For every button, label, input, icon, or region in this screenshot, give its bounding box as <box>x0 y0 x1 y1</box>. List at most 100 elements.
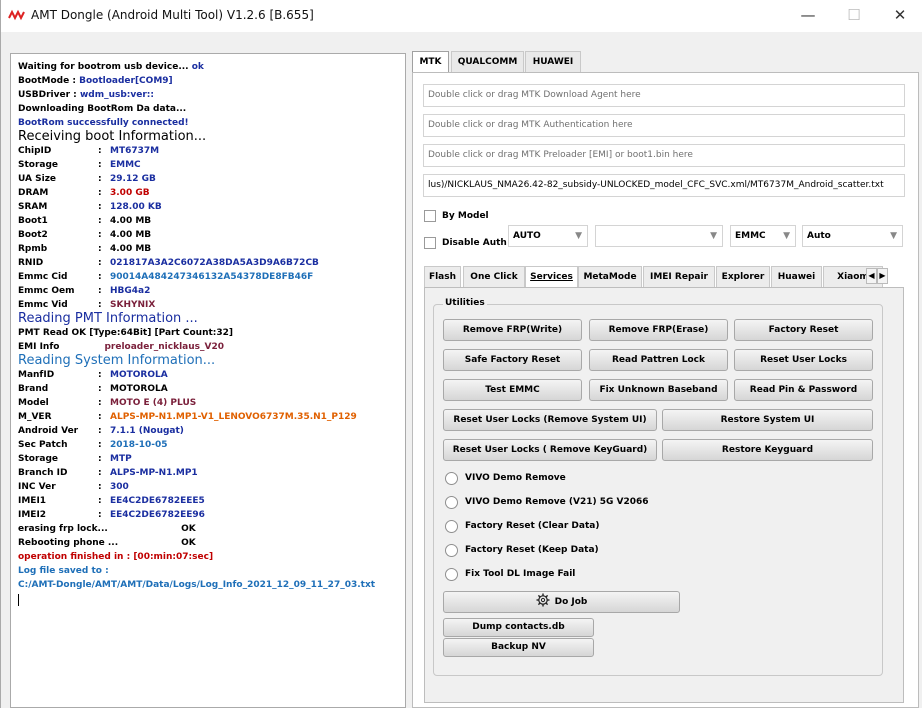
chevron-down-icon: ▼ <box>710 231 717 241</box>
read-pattern-lock-button[interactable]: Read Pattren Lock <box>589 349 728 371</box>
log-key: Emmc Vid <box>18 300 68 310</box>
authentication-field[interactable]: Double click or drag MTK Authentication … <box>423 114 905 137</box>
remove-frp-erase-button[interactable]: Remove FRP(Erase) <box>589 319 728 341</box>
test-emmc-button[interactable]: Test EMMC <box>443 379 582 401</box>
log-colon: : <box>98 510 102 520</box>
log-key: Model <box>18 398 49 408</box>
tab-mtk[interactable]: MTK <box>412 51 449 72</box>
log-text: EMI Info <box>18 342 60 352</box>
log-colon: : <box>98 496 102 506</box>
fix-unknown-baseband-button[interactable]: Fix Unknown Baseband <box>589 379 728 401</box>
auto-combo[interactable]: AUTO ▼ <box>508 225 588 247</box>
tab-qualcomm[interactable]: QUALCOMM <box>451 51 524 72</box>
log-line: PMT Read OK [Type:64Bit] [Part Count:32] <box>18 326 405 340</box>
log-line: Reading PMT Information ... <box>18 312 405 326</box>
log-colon: : <box>98 398 102 408</box>
auto2-combo[interactable]: Auto ▼ <box>802 225 903 247</box>
log-text: Rebooting phone ... <box>18 538 119 548</box>
log-line: C:/AMT-Dongle/AMT/AMT/Data/Logs/Log_Info… <box>18 578 405 592</box>
vivo-demo-v21-label: VIVO Demo Remove (V21) 5G V2066 <box>465 497 649 507</box>
log-value: MTP <box>110 454 132 464</box>
log-value: MOTOROLA <box>110 384 168 394</box>
close-button[interactable]: ✕ <box>877 0 922 32</box>
log-line: Receiving boot Information... <box>18 130 405 144</box>
model-combo[interactable]: ▼ <box>595 225 723 247</box>
log-line: operation finished in : [00:min:07:sec] <box>18 550 405 564</box>
log-value: 4.00 MB <box>110 244 152 254</box>
tab-huawei[interactable]: HUAWEI <box>525 51 581 72</box>
log-text: BootMode : <box>18 76 76 86</box>
log-key: Brand <box>18 384 49 394</box>
reset-user-locks-system-ui-button[interactable]: Reset User Locks (Remove System UI) <box>443 409 657 431</box>
vivo-demo-label: VIVO Demo Remove <box>465 473 566 483</box>
tab-metamode[interactable]: MetaMode <box>578 266 642 288</box>
log-text: Waiting for bootrom usb device... <box>18 62 189 72</box>
log-line: Sec Patch:2018-10-05 <box>18 438 405 452</box>
log-colon: : <box>98 160 102 170</box>
chevron-left-icon[interactable]: ◀ <box>866 268 877 284</box>
log-key: SRAM <box>18 202 48 212</box>
restore-keyguard-button[interactable]: Restore Keyguard <box>662 439 873 461</box>
tab-flash[interactable]: Flash <box>424 266 461 288</box>
factory-reset-clear-radio[interactable] <box>445 520 458 533</box>
factory-reset-button[interactable]: Factory Reset <box>734 319 873 341</box>
tab-services[interactable]: Services <box>525 266 578 288</box>
log-line: ChipID: MT6737M <box>18 144 405 158</box>
vivo-demo-v21-radio[interactable] <box>445 496 458 509</box>
read-pin-password-button[interactable]: Read Pin & Password <box>734 379 873 401</box>
reset-user-locks-keyguard-button[interactable]: Reset User Locks ( Remove KeyGuard) <box>443 439 657 461</box>
log-value: HBG4a2 <box>110 286 151 296</box>
log-value: MOTO E (4) PLUS <box>110 398 197 408</box>
log-key: Sec Patch <box>18 440 68 450</box>
log-line: BootRom successfully connected! <box>18 116 405 130</box>
remove-frp-write-button[interactable]: Remove FRP(Write) <box>443 319 582 341</box>
log-value: 90014A484247346132A54378DE8FB46F <box>110 272 314 282</box>
preloader-field[interactable]: Double click or drag MTK Preloader [EMI]… <box>423 144 905 167</box>
tab-explorer[interactable]: Explorer <box>716 266 770 288</box>
tab-one-click[interactable]: One Click <box>463 266 525 288</box>
log-colon: : <box>98 146 102 156</box>
log-key: Emmc Cid <box>18 272 68 282</box>
tab-imei-repair[interactable]: IMEI Repair <box>643 266 715 288</box>
log-text: Reading System Information... <box>18 353 216 368</box>
log-key: RNID <box>18 258 44 268</box>
do-job-button[interactable]: Do Job <box>443 591 680 613</box>
maximize-button[interactable]: ☐ <box>831 0 877 32</box>
restore-system-ui-button[interactable]: Restore System UI <box>662 409 873 431</box>
log-line: SRAM:128.00 KB <box>18 200 405 214</box>
chevron-right-icon[interactable]: ▶ <box>877 268 888 284</box>
download-agent-field[interactable]: Double click or drag MTK Download Agent … <box>423 84 905 107</box>
log-value: MOTOROLA <box>110 370 168 380</box>
dump-contacts-button[interactable]: Dump contacts.db <box>443 618 594 637</box>
backup-nv-button[interactable]: Backup NV <box>443 638 594 657</box>
reset-user-locks-button[interactable]: Reset User Locks <box>734 349 873 371</box>
storage-combo[interactable]: EMMC ▼ <box>730 225 796 247</box>
text-caret <box>18 594 19 606</box>
disable-auth-checkbox[interactable] <box>424 237 436 249</box>
log-line: INC Ver:300 <box>18 480 405 494</box>
minimize-button[interactable]: — <box>785 0 831 32</box>
log-key: Android Ver <box>18 426 79 436</box>
auto2-combo-value: Auto <box>807 231 831 241</box>
log-colon: : <box>98 230 102 240</box>
log-line: erasing frp lock... OK <box>18 522 405 536</box>
log-text: Downloading BootRom Da data... <box>18 104 187 114</box>
log-line: ManfID: MOTOROLA <box>18 368 405 382</box>
fix-tool-dl-radio[interactable] <box>445 568 458 581</box>
safe-factory-reset-button[interactable]: Safe Factory Reset <box>443 349 582 371</box>
scatter-file-field[interactable]: lus)/NICKLAUS_NMA26.42-82_subsidy-UNLOCK… <box>423 174 905 197</box>
log-colon: : <box>98 468 102 478</box>
by-model-checkbox[interactable] <box>424 210 436 222</box>
log-text: BootRom successfully connected! <box>18 118 189 128</box>
vivo-demo-radio[interactable] <box>445 472 458 485</box>
log-colon: : <box>98 426 102 436</box>
tab-huawei-sub[interactable]: Huawei <box>771 266 822 288</box>
sub-tab-strip: Flash One Click Services MetaMode IMEI R… <box>424 266 904 288</box>
log-panel[interactable]: Waiting for bootrom usb device... ok Boot… <box>10 53 406 708</box>
amt-logo-icon <box>8 9 25 21</box>
log-colon: : <box>98 440 102 450</box>
log-colon: : <box>98 216 102 226</box>
factory-reset-keep-radio[interactable] <box>445 544 458 557</box>
log-lines: Waiting for bootrom usb device... ok Boot… <box>18 60 405 592</box>
log-key: ChipID <box>18 146 52 156</box>
